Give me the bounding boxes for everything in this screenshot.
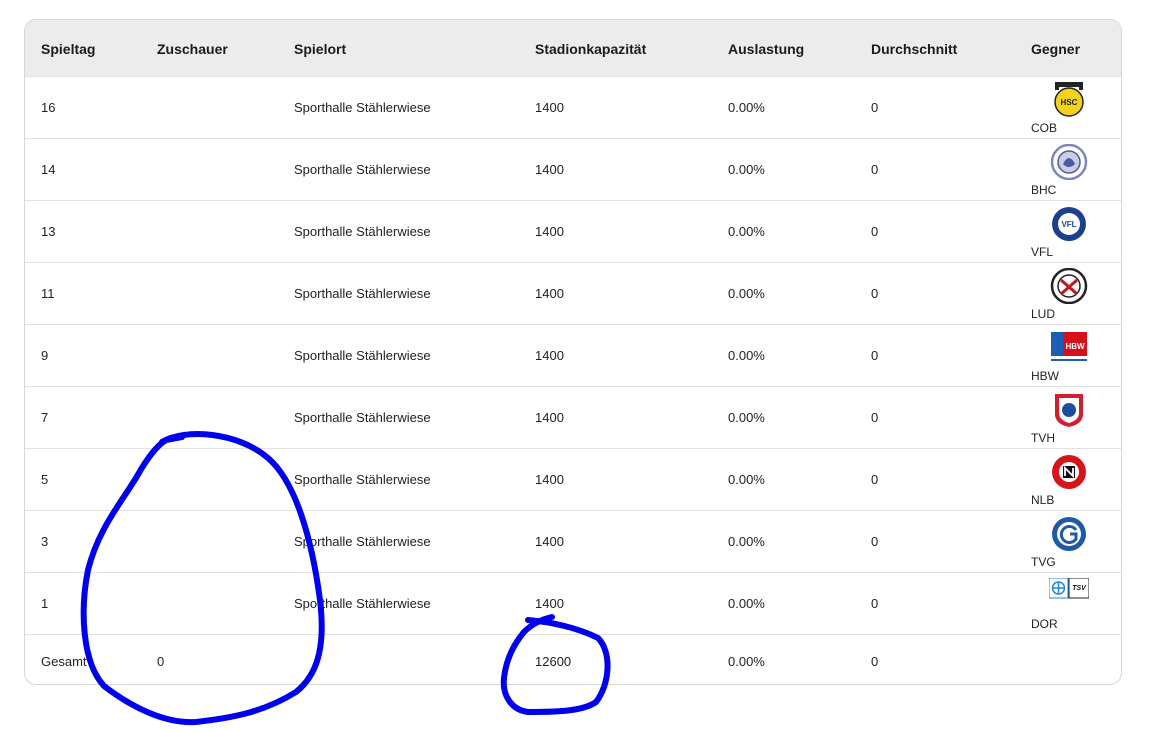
cell-gegner[interactable]: NLB xyxy=(1031,493,1054,507)
header-spielort[interactable]: Spielort xyxy=(294,41,346,57)
table-header: Spieltag Zuschauer Spielort Stadionkapaz… xyxy=(25,20,1121,76)
cell-spielort: Sporthalle Stählerwiese xyxy=(294,534,431,549)
cell-durchschnitt: 0 xyxy=(871,162,879,177)
cell-spieltag: 16 xyxy=(41,100,56,115)
total-durchschnitt: 0 xyxy=(871,654,879,669)
cell-spielort: Sporthalle Stählerwiese xyxy=(294,348,431,363)
cell-kapazitaet: 1400 xyxy=(535,286,564,301)
total-auslastung: 0.00% xyxy=(728,654,765,669)
table-row: 9 Sporthalle Stählerwiese 1400 0.00% 0 HBW HBW xyxy=(25,324,1121,386)
cell-gegner[interactable]: BHC xyxy=(1031,183,1056,197)
cell-kapazitaet: 1400 xyxy=(535,472,564,487)
nlb-logo-icon[interactable] xyxy=(1049,454,1089,490)
ludwigshafen-logo-icon[interactable] xyxy=(1049,267,1089,305)
attendance-table: Spieltag Zuschauer Spielort Stadionkapaz… xyxy=(24,19,1122,685)
tvh-logo-icon[interactable] xyxy=(1049,392,1089,428)
cell-gegner[interactable]: TVG xyxy=(1031,555,1056,569)
total-zuschauer: 0 xyxy=(157,654,165,669)
header-zuschauer[interactable]: Zuschauer xyxy=(157,41,228,57)
cell-durchschnitt: 0 xyxy=(871,348,879,363)
svg-text:VFL: VFL xyxy=(1061,220,1076,229)
table-row: 3 Sporthalle Stählerwiese 1400 0.00% 0 TVG xyxy=(25,510,1121,572)
cell-durchschnitt: 0 xyxy=(871,410,879,425)
cell-durchschnitt: 0 xyxy=(871,472,879,487)
cell-kapazitaet: 1400 xyxy=(535,534,564,549)
cell-spieltag: 11 xyxy=(41,286,55,301)
cell-spielort: Sporthalle Stählerwiese xyxy=(294,286,431,301)
cell-spielort: Sporthalle Stählerwiese xyxy=(294,596,431,611)
vfl-logo-icon[interactable]: VFL xyxy=(1049,206,1089,242)
cell-gegner[interactable]: TVH xyxy=(1031,431,1055,445)
cell-auslastung: 0.00% xyxy=(728,410,765,425)
cell-auslastung: 0.00% xyxy=(728,100,765,115)
cell-spieltag: 14 xyxy=(41,162,56,177)
table-row: 1 Sporthalle Stählerwiese 1400 0.00% 0 TSV DOR xyxy=(25,572,1121,634)
cell-auslastung: 0.00% xyxy=(728,348,765,363)
header-durchschnitt[interactable]: Durchschnitt xyxy=(871,41,957,57)
bhc-logo-icon[interactable] xyxy=(1049,143,1089,181)
table-row: 7 Sporthalle Stählerwiese 1400 0.00% 0 TVH xyxy=(25,386,1121,448)
cell-auslastung: 0.00% xyxy=(728,472,765,487)
dor-logo-icon[interactable]: TSV xyxy=(1048,577,1090,614)
cell-kapazitaet: 1400 xyxy=(535,224,564,239)
cell-durchschnitt: 0 xyxy=(871,224,879,239)
cell-spielort: Sporthalle Stählerwiese xyxy=(294,162,431,177)
cell-kapazitaet: 1400 xyxy=(535,348,564,363)
cell-spielort: Sporthalle Stählerwiese xyxy=(294,224,431,239)
cell-auslastung: 0.00% xyxy=(728,596,765,611)
total-row: Gesamt 0 12600 0.00% 0 xyxy=(25,634,1121,684)
total-kapazitaet: 12600 xyxy=(535,654,572,669)
header-auslastung[interactable]: Auslastung xyxy=(728,41,804,57)
cell-spielort: Sporthalle Stählerwiese xyxy=(294,472,431,487)
cell-gegner[interactable]: COB xyxy=(1031,121,1057,135)
cell-kapazitaet: 1400 xyxy=(535,596,564,611)
cell-auslastung: 0.00% xyxy=(728,286,765,301)
total-label: Gesamt xyxy=(41,654,87,669)
svg-text:TSV: TSV xyxy=(1072,585,1087,592)
hbw-logo-icon[interactable]: HBW xyxy=(1049,330,1089,366)
cell-auslastung: 0.00% xyxy=(728,534,765,549)
tvg-logo-icon[interactable] xyxy=(1049,516,1089,552)
cell-gegner[interactable]: LUD xyxy=(1031,307,1055,321)
cell-auslastung: 0.00% xyxy=(728,162,765,177)
table-row: 13 Sporthalle Stählerwiese 1400 0.00% 0 VFL VF… xyxy=(25,200,1121,262)
cell-spieltag: 1 xyxy=(41,596,49,611)
cell-spieltag: 5 xyxy=(41,472,49,487)
cell-kapazitaet: 1400 xyxy=(535,162,564,177)
header-stadionkapazitaet[interactable]: Stadionkapazität xyxy=(535,41,646,57)
cell-spielort: Sporthalle Stählerwiese xyxy=(294,100,431,115)
table-row: 16 Sporthalle Stählerwiese 1400 0.00% 0 HSC CO… xyxy=(25,76,1121,138)
cell-spieltag: 3 xyxy=(41,534,49,549)
table-row: 14 Sporthalle Stählerwiese 1400 0.00% 0 BHC xyxy=(25,138,1121,200)
header-gegner[interactable]: Gegner xyxy=(1031,41,1080,57)
cell-auslastung: 0.00% xyxy=(728,224,765,239)
cell-kapazitaet: 1400 xyxy=(535,100,564,115)
cell-durchschnitt: 0 xyxy=(871,534,879,549)
cell-gegner[interactable]: VFL xyxy=(1031,245,1053,259)
svg-text:HSC: HSC xyxy=(1061,98,1078,107)
cell-spielort: Sporthalle Stählerwiese xyxy=(294,410,431,425)
cell-durchschnitt: 0 xyxy=(871,100,879,115)
hsc-coburg-logo-icon[interactable]: HSC xyxy=(1049,82,1089,118)
table-row: 5 Sporthalle Stählerwiese 1400 0.00% 0 NLB xyxy=(25,448,1121,510)
cell-kapazitaet: 1400 xyxy=(535,410,564,425)
cell-spieltag: 7 xyxy=(41,410,49,425)
svg-text:HBW: HBW xyxy=(1065,342,1085,351)
cell-durchschnitt: 0 xyxy=(871,286,879,301)
table-row: 11 Sporthalle Stählerwiese 1400 0.00% 0 LUD xyxy=(25,262,1121,324)
cell-gegner[interactable]: DOR xyxy=(1031,617,1058,631)
cell-durchschnitt: 0 xyxy=(871,596,879,611)
cell-gegner[interactable]: HBW xyxy=(1031,369,1059,383)
cell-spieltag: 9 xyxy=(41,348,49,363)
cell-spieltag: 13 xyxy=(41,224,56,239)
header-spieltag[interactable]: Spieltag xyxy=(41,41,95,57)
